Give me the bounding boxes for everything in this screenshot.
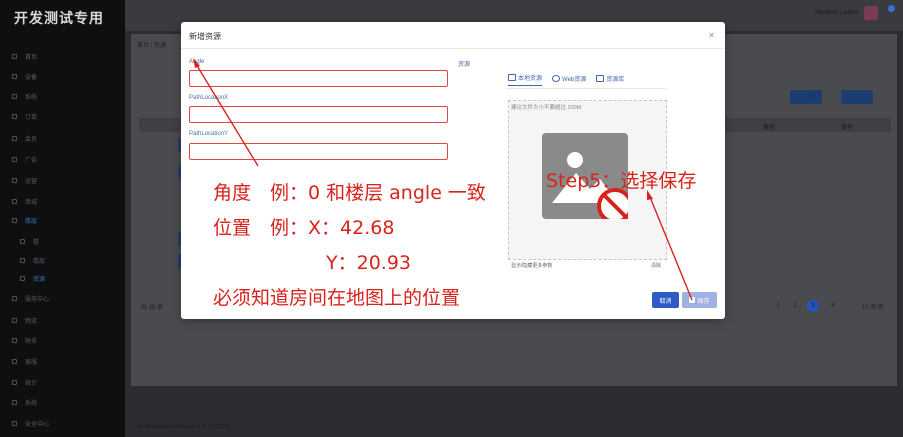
annotation-position-y: Y：20.93 (326, 252, 411, 274)
annotation-step5: Step5：选择保存 (546, 170, 697, 192)
annotation-position-x: 位置 例：X：42.68 (213, 217, 395, 239)
annotation-angle: 角度 例：0 和楼层 angle 一致 (213, 182, 486, 204)
annotation-note: 必须知道房间在地图上的位置 (213, 287, 461, 309)
annotation-arrows (193, 58, 693, 301)
